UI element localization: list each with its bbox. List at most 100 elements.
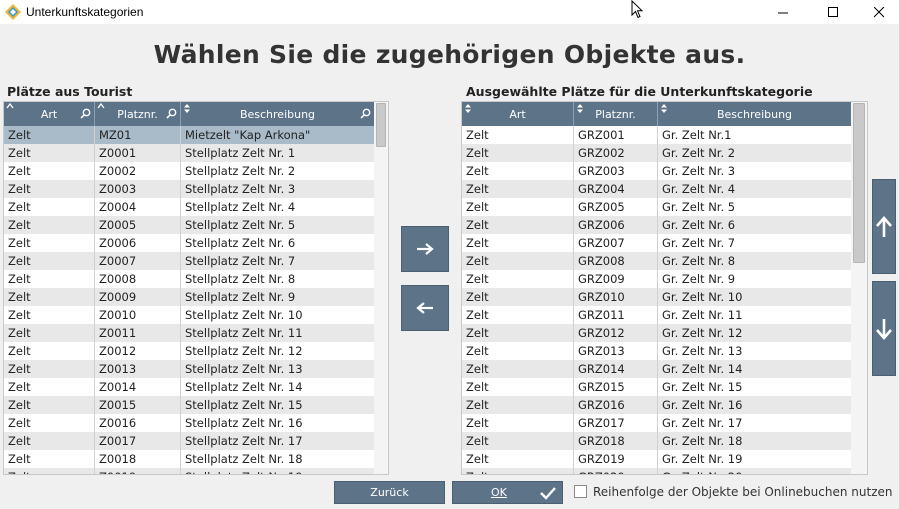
table-row[interactable]: Zelt GRZ009 Gr. Zelt Nr. 9: [462, 270, 851, 288]
back-button[interactable]: Zurück: [334, 481, 445, 504]
table-cell: Z0006: [95, 234, 181, 252]
arrow-up-icon: [876, 215, 892, 237]
table-row[interactable]: Zelt Z0005 Stellplatz Zelt Nr. 5: [4, 216, 374, 234]
maximize-icon: [827, 6, 838, 17]
left-col-art[interactable]: Art: [4, 102, 95, 126]
table-row[interactable]: Zelt GRZ013 Gr. Zelt Nr. 13: [462, 342, 851, 360]
table-cell: GRZ006: [574, 216, 658, 234]
table-cell: Z0001: [95, 144, 181, 162]
ok-button[interactable]: OK: [452, 481, 563, 504]
table-row[interactable]: Zelt Z0002 Stellplatz Zelt Nr. 2: [4, 162, 374, 180]
table-row[interactable]: Zelt GRZ002 Gr. Zelt Nr. 2: [462, 144, 851, 162]
table-row[interactable]: Zelt Z0016 Stellplatz Zelt Nr. 16: [4, 414, 374, 432]
table-row[interactable]: Zelt GRZ010 Gr. Zelt Nr. 10: [462, 288, 851, 306]
table-row[interactable]: Zelt Z0008 Stellplatz Zelt Nr. 8: [4, 270, 374, 288]
table-row[interactable]: Zelt MZ01 Mietzelt "Kap Arkona": [4, 126, 374, 144]
right-col-platznr[interactable]: Platznr.: [574, 102, 658, 126]
online-booking-order-checkbox[interactable]: [574, 485, 587, 498]
table-cell: Zelt: [4, 306, 95, 324]
right-grid-scroll-thumb[interactable]: [853, 103, 865, 263]
right-col-art[interactable]: Art: [462, 102, 574, 126]
online-booking-order-label: Reihenfolge der Objekte bei Onlinebuchen…: [593, 485, 893, 499]
table-row[interactable]: Zelt GRZ006 Gr. Zelt Nr. 6: [462, 216, 851, 234]
left-grid-label: Plätze aus Tourist: [7, 84, 133, 99]
left-col-platznr[interactable]: Platznr.: [95, 102, 181, 126]
table-row[interactable]: Zelt GRZ001 Gr. Zelt Nr.1: [462, 126, 851, 144]
table-row[interactable]: Zelt Z0017 Stellplatz Zelt Nr. 17: [4, 432, 374, 450]
table-cell: Zelt: [462, 450, 574, 468]
table-row[interactable]: Zelt GRZ007 Gr. Zelt Nr. 7: [462, 234, 851, 252]
table-cell: Zelt: [4, 144, 95, 162]
left-col-art-label: Art: [40, 107, 58, 121]
table-cell: Stellplatz Zelt Nr. 11: [185, 326, 303, 340]
table-row[interactable]: Zelt Z0003 Stellplatz Zelt Nr. 3: [4, 180, 374, 198]
table-cell: Zelt: [462, 414, 574, 432]
left-col-beschreibung-label: Beschreibung: [239, 107, 316, 121]
maximize-button[interactable]: [810, 0, 856, 24]
sort-icon: [6, 103, 14, 109]
table-cell: Z0013: [95, 360, 181, 378]
table-cell: GRZ020: [574, 468, 658, 474]
table-cell: Zelt: [462, 198, 574, 216]
search-icon[interactable]: [360, 108, 371, 119]
remove-from-selection-button[interactable]: [401, 285, 449, 331]
table-row[interactable]: ZeltZ0019Stellplatz Zelt Nr. 19: [4, 468, 374, 474]
left-grid-scroll-thumb[interactable]: [376, 103, 386, 147]
table-cell: Stellplatz Zelt Nr. 12: [185, 344, 303, 358]
table-row[interactable]: Zelt GRZ019 Gr. Zelt Nr. 19: [462, 450, 851, 468]
table-cell: Gr. Zelt Nr. 16: [662, 398, 743, 412]
table-row[interactable]: Zelt GRZ003 Gr. Zelt Nr. 3: [462, 162, 851, 180]
left-col-beschreibung[interactable]: Beschreibung: [181, 102, 374, 126]
table-cell: Gr. Zelt Nr.1: [662, 128, 732, 142]
table-cell: Zelt: [4, 378, 95, 396]
close-button[interactable]: [856, 0, 899, 24]
left-grid[interactable]: Art Platznr. Beschreibung Zelt MZ01 Mietze…: [3, 101, 389, 475]
table-row[interactable]: Zelt Z0018 Stellplatz Zelt Nr. 18: [4, 450, 374, 468]
move-up-button[interactable]: [872, 179, 896, 274]
right-col-platznr-label: Platznr.: [595, 107, 636, 121]
table-row[interactable]: Zelt GRZ012 Gr. Zelt Nr. 12: [462, 324, 851, 342]
search-icon[interactable]: [80, 108, 91, 119]
table-cell: GRZ003: [574, 162, 658, 180]
table-row[interactable]: Zelt GRZ008 Gr. Zelt Nr. 8: [462, 252, 851, 270]
table-cell: Gr. Zelt Nr. 20: [658, 468, 851, 474]
table-cell: Z0007: [95, 252, 181, 270]
table-row[interactable]: Zelt Z0013 Stellplatz Zelt Nr. 13: [4, 360, 374, 378]
table-row[interactable]: Zelt Z0011 Stellplatz Zelt Nr. 11: [4, 324, 374, 342]
table-row[interactable]: Zelt GRZ016 Gr. Zelt Nr. 16: [462, 396, 851, 414]
table-row[interactable]: Zelt Z0001 Stellplatz Zelt Nr. 1: [4, 144, 374, 162]
table-row[interactable]: Zelt Z0007 Stellplatz Zelt Nr. 7: [4, 252, 374, 270]
table-row[interactable]: Zelt GRZ018 Gr. Zelt Nr. 18: [462, 432, 851, 450]
table-row[interactable]: Zelt GRZ015 Gr. Zelt Nr. 15: [462, 378, 851, 396]
table-cell: GRZ002: [574, 144, 658, 162]
table-row[interactable]: Zelt Z0009 Stellplatz Zelt Nr. 9: [4, 288, 374, 306]
right-grid[interactable]: Art Platznr. Beschreibung Zelt GRZ001 Gr. …: [461, 101, 868, 475]
right-col-beschreibung[interactable]: Beschreibung: [658, 102, 851, 126]
table-row[interactable]: Zelt Z0015 Stellplatz Zelt Nr. 15: [4, 396, 374, 414]
table-row[interactable]: Zelt Z0004 Stellplatz Zelt Nr. 4: [4, 198, 374, 216]
table-row[interactable]: Zelt GRZ014 Gr. Zelt Nr. 14: [462, 360, 851, 378]
table-row[interactable]: Zelt GRZ004 Gr. Zelt Nr. 4: [462, 180, 851, 198]
search-icon[interactable]: [166, 108, 177, 119]
table-cell: Gr. Zelt Nr. 12: [662, 326, 743, 340]
table-cell: Stellplatz Zelt Nr. 8: [185, 272, 296, 286]
table-row[interactable]: Zelt GRZ017 Gr. Zelt Nr. 17: [462, 414, 851, 432]
minimize-button[interactable]: [760, 0, 806, 24]
left-grid-scrollbar[interactable]: [374, 102, 388, 474]
add-to-selection-button[interactable]: [401, 226, 449, 272]
arrow-left-icon: [416, 302, 433, 314]
right-grid-scrollbar[interactable]: [851, 102, 867, 474]
table-row[interactable]: Zelt Z0006 Stellplatz Zelt Nr. 6: [4, 234, 374, 252]
table-cell: Zelt: [462, 252, 574, 270]
move-down-button[interactable]: [872, 281, 896, 376]
table-cell: GRZ012: [574, 324, 658, 342]
table-row[interactable]: Zelt Z0014 Stellplatz Zelt Nr. 14: [4, 378, 374, 396]
table-row[interactable]: ZeltGRZ020Gr. Zelt Nr. 20: [462, 468, 851, 474]
table-row[interactable]: Zelt GRZ005 Gr. Zelt Nr. 5: [462, 198, 851, 216]
table-cell: Zelt: [4, 234, 95, 252]
table-cell: Stellplatz Zelt Nr. 19: [181, 468, 374, 474]
table-row[interactable]: Zelt GRZ011 Gr. Zelt Nr. 11: [462, 306, 851, 324]
sort-icon: [184, 104, 190, 113]
table-row[interactable]: Zelt Z0012 Stellplatz Zelt Nr. 12: [4, 342, 374, 360]
table-row[interactable]: Zelt Z0010 Stellplatz Zelt Nr. 10: [4, 306, 374, 324]
